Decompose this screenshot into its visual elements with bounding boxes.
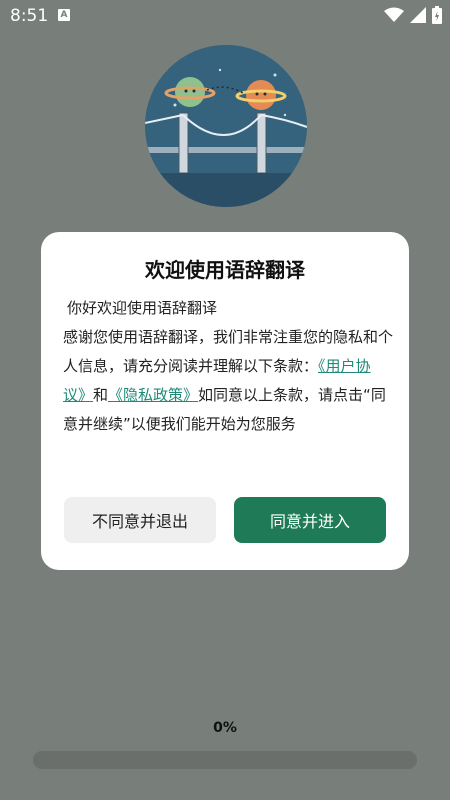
and-text: 和: [93, 386, 109, 404]
signal-icon: [410, 7, 426, 23]
progress-bar: [33, 751, 417, 769]
dialog-title: 欢迎使用语辞翻译: [145, 258, 305, 282]
app-logo: [145, 45, 307, 207]
wifi-icon: [384, 7, 404, 22]
status-bar: 8:51 A: [0, 0, 450, 32]
status-time: 8:51: [10, 6, 49, 26]
terms-text: 感谢您使用语辞翻译，我们非常注重您的隐私和个人信息，请充分阅读并理解以下条款：《…: [63, 323, 393, 439]
planets-bridge-logo-icon: [145, 45, 307, 207]
battery-icon: [432, 6, 442, 24]
privacy-dialog: 欢迎使用语辞翻译 你好欢迎使用语辞翻译 感谢您使用语辞翻译，我们非常注重您的隐私…: [41, 232, 409, 570]
agree-enter-button[interactable]: 同意并进入: [234, 497, 386, 543]
progress-label: 0%: [213, 720, 237, 736]
notification-icon: A: [58, 9, 70, 21]
privacy-policy-link[interactable]: 《隐私政策》: [108, 386, 198, 404]
decline-exit-button[interactable]: 不同意并退出: [64, 497, 216, 543]
greeting-text: 你好欢迎使用语辞翻译: [67, 299, 218, 317]
status-indicators: [384, 6, 442, 24]
dialog-body: 你好欢迎使用语辞翻译 感谢您使用语辞翻译，我们非常注重您的隐私和个人信息，请充分…: [63, 294, 393, 439]
